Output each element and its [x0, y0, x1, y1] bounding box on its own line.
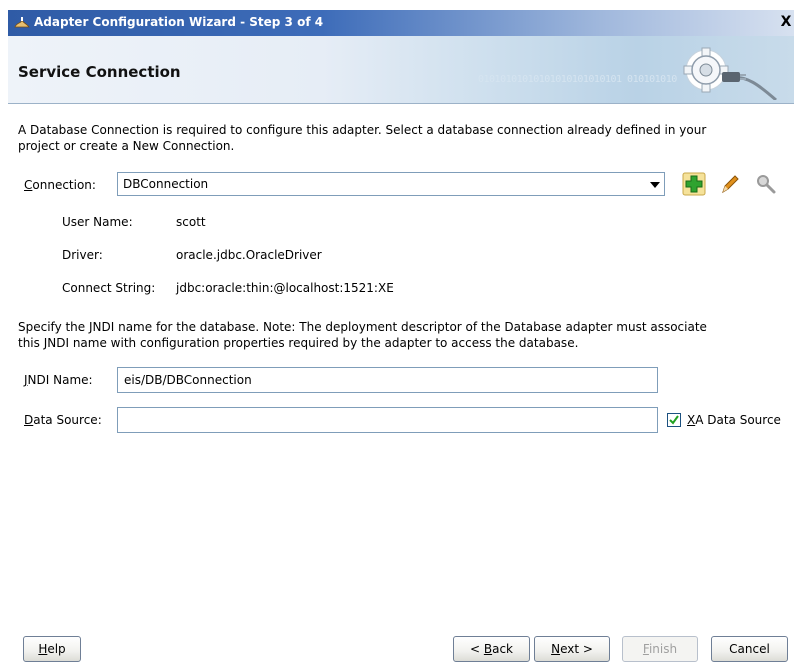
xa-data-source-label[interactable]: XA Data Source	[687, 413, 781, 427]
checkmark-icon	[669, 415, 679, 425]
edit-connection-button[interactable]	[718, 171, 742, 197]
xa-data-source-checkbox[interactable]	[667, 413, 681, 427]
data-source-label: Data Source:	[24, 413, 102, 427]
user-name-value: scott	[176, 215, 206, 229]
connection-dropdown[interactable]: DBConnection	[117, 172, 665, 196]
add-connection-button[interactable]	[682, 171, 706, 197]
close-button[interactable]: X	[778, 13, 794, 31]
browse-magnifier-icon	[757, 175, 776, 194]
finish-button[interactable]: Finish	[622, 636, 698, 662]
gear-plug-icon	[683, 47, 777, 100]
edit-pencil-icon	[722, 175, 739, 194]
driver-label: Driver:	[62, 248, 103, 262]
browse-connection-button[interactable]	[754, 171, 778, 197]
connect-string-value: jdbc:oracle:thin:@localhost:1521:XE	[176, 281, 394, 295]
window-titlebar: Adapter Configuration Wizard - Step 3 of…	[8, 10, 794, 36]
connection-label: Connection:	[24, 178, 96, 192]
intro-line-2: project or create a New Connection.	[18, 139, 235, 153]
wizard-header: Service Connection 010101010101010101010…	[8, 36, 794, 104]
chevron-down-icon[interactable]	[650, 182, 660, 188]
jndi-name-label: JNDI Name:	[24, 373, 93, 387]
next-button[interactable]: Next >	[534, 636, 610, 662]
jndi-note-text: Specify the JNDI name for the database. …	[18, 319, 788, 351]
intro-line-1: A Database Connection is required to con…	[18, 123, 707, 137]
header-binary-decoration: 01010101010101010101010101 010101010	[478, 74, 677, 85]
connection-selected-value: DBConnection	[123, 177, 209, 191]
cancel-button[interactable]: Cancel	[711, 636, 788, 662]
data-source-input[interactable]	[118, 408, 657, 432]
help-button[interactable]: Help	[23, 636, 81, 662]
jndi-name-input[interactable]	[118, 368, 657, 392]
back-button[interactable]: < Back	[453, 636, 530, 662]
adapter-wizard-icon	[14, 17, 30, 28]
intro-text: A Database Connection is required to con…	[18, 122, 788, 154]
jndi-name-field[interactable]	[117, 367, 658, 393]
page-title: Service Connection	[18, 63, 181, 81]
jndi-note-line-2: this JNDI name with configuration proper…	[18, 336, 579, 350]
data-source-field[interactable]	[117, 407, 658, 433]
jndi-note-line-1: Specify the JNDI name for the database. …	[18, 320, 707, 334]
user-name-label: User Name:	[62, 215, 133, 229]
window-title: Adapter Configuration Wizard - Step 3 of…	[34, 15, 324, 29]
driver-value: oracle.jdbc.OracleDriver	[176, 248, 322, 262]
connect-string-label: Connect String:	[62, 281, 156, 295]
add-connection-icon	[682, 172, 706, 196]
